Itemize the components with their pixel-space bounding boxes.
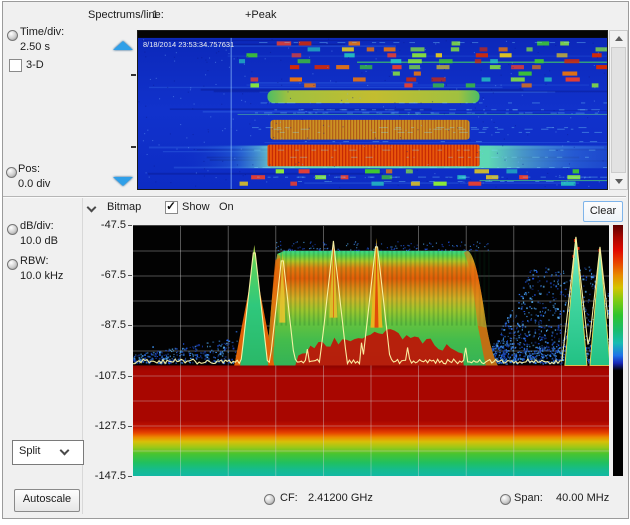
y-axis-label: -87.5 [100,319,126,331]
split-select-value: Split [19,445,41,457]
panel-divider [3,196,626,198]
db-div-knob-icon[interactable] [7,224,18,235]
y-axis-tick [128,275,132,276]
spectrogram-top-marker-icon[interactable] [113,41,133,50]
threed-checkbox[interactable] [9,59,22,72]
rbw-label: RBW: [20,255,49,267]
spectrogram-axis-tick [131,74,136,76]
pos-knob-icon[interactable] [6,167,17,178]
select-chevron-icon [61,447,68,454]
spectrogram-bottom-marker-icon[interactable] [113,177,133,186]
on-label[interactable]: On [219,201,234,214]
bitmap-title: Bitmap [107,201,142,213]
scrollbar-down-icon[interactable] [610,174,627,189]
collapse-chevron-icon[interactable] [88,204,95,211]
db-div-value[interactable]: 10.0 dB [20,235,58,248]
pos-label: Pos: [18,163,41,175]
span-knob-icon[interactable] [500,494,511,505]
scrollbar-up-icon[interactable] [610,31,627,46]
db-div-label: dB/div: [20,220,54,232]
y-axis-label: -127.5 [94,420,126,432]
show-checkbox[interactable] [165,199,178,214]
intensity-colorbar [613,225,623,476]
bitmap-display[interactable] [133,225,609,476]
time-div-knob-icon[interactable] [7,30,18,41]
clear-button[interactable]: Clear [583,201,623,222]
time-div-label: Time/div: [20,26,65,38]
span-label: Span: [514,492,543,504]
y-axis-tick [128,426,132,427]
rbw-value[interactable]: 10.0 kHz [20,270,63,283]
y-axis-label: -67.5 [100,269,126,281]
span-value[interactable]: 40.00 MHz [556,492,609,505]
spectrogram-scrollbar[interactable] [609,30,628,190]
cf-knob-icon[interactable] [264,494,275,505]
scrollbar-thumb[interactable] [611,47,626,173]
y-axis-tick [128,325,132,326]
y-axis-tick [128,476,132,477]
threed-label: 3-D [26,59,44,71]
spectrogram-axis-tick [131,146,136,148]
pos-value[interactable]: 0.0 div [18,178,50,191]
show-label: Show [182,201,210,213]
y-axis-tick [128,225,132,226]
autoscale-button[interactable]: Autoscale [14,489,80,512]
spectrogram-timestamp: 8/18/2014 23:53:34.757631 [143,40,234,49]
split-select[interactable]: Split [12,440,84,465]
cf-value[interactable]: 2.41200 GHz [308,492,373,505]
y-axis-label: -147.5 [94,470,126,482]
y-axis-label: -47.5 [100,219,126,231]
y-axis-tick [128,376,132,377]
control-column-divider [82,198,83,514]
spectrums-per-line-value[interactable]: 1 [152,9,158,22]
rbw-knob-icon[interactable] [7,259,18,270]
y-axis-label: -107.5 [94,370,126,382]
time-div-value[interactable]: 2.50 s [20,41,50,54]
cf-label: CF: [280,492,298,504]
detector-value[interactable]: +Peak [245,9,277,22]
spectrogram-display[interactable]: 8/18/2014 23:53:34.757631 [137,30,608,190]
